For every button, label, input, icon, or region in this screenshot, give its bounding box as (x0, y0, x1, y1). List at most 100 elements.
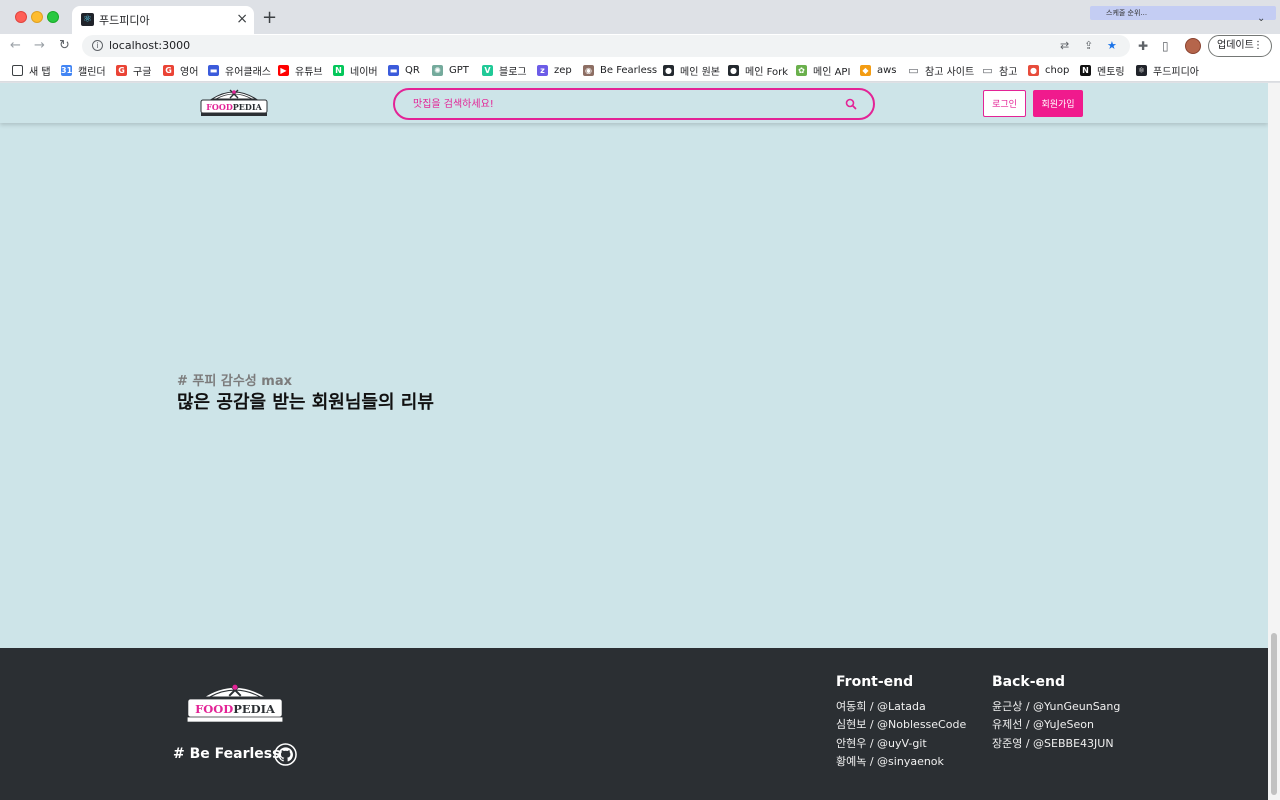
bookmark-item[interactable]: 31 캘린더 (61, 63, 106, 78)
scrollbar-thumb[interactable] (1271, 633, 1277, 795)
bookmark-label: chop (1045, 64, 1070, 76)
page-icon (12, 64, 23, 76)
maximize-window-button[interactable] (47, 11, 59, 23)
back-icon[interactable]: ← (10, 37, 21, 55)
bookmark-label: Be Fearless (600, 64, 658, 76)
team-member: 심현보 / @NoblesseCode (836, 718, 967, 732)
folder-icon: ▭ (982, 63, 993, 77)
backend-team: Back-end 윤근상 / @YunGeunSang 유제선 / @YuJeS… (992, 674, 1120, 753)
bookmark-label: 메인 API (813, 66, 851, 78)
reload-icon[interactable]: ↻ (59, 37, 70, 55)
team-member: 장준영 / @SEBBE43JUN (992, 736, 1114, 750)
info-icon[interactable]: i (92, 40, 103, 51)
star-icon[interactable]: ★ (1107, 39, 1117, 52)
bookmark-item[interactable]: ● chop (1028, 63, 1069, 77)
bookmark-label: 새 탭 (29, 66, 51, 78)
page-scrollbar[interactable] (1268, 83, 1280, 800)
bookmark-label: 메인 원본 (680, 66, 720, 78)
share-icon[interactable]: ⇪ (1084, 39, 1093, 52)
bookmark-item[interactable]: ◉ Be Fearless (583, 63, 657, 77)
minimize-window-button[interactable] (31, 11, 43, 23)
bookmark-label: 메인 Fork (745, 66, 788, 78)
new-tab-button[interactable]: + (262, 8, 277, 28)
youtube-icon: ▶ (278, 64, 289, 76)
frontend-heading: Front-end (836, 674, 914, 690)
bookmark-label: zep (554, 64, 572, 76)
bookmark-item[interactable]: ▭ 참고 사이트 (908, 63, 975, 78)
review-section-tag: # 푸피 감수성 max (177, 374, 292, 389)
footer-foodpedia-logo[interactable]: FOODPEDIA (183, 680, 287, 726)
bookmark-item[interactable]: ▬ QR (388, 63, 420, 77)
bookmark-label: 참고 사이트 (925, 66, 975, 78)
team-member: 유제선 / @YuJeSeon (992, 718, 1094, 732)
tab-title: 푸드피디아 (99, 14, 150, 27)
login-button[interactable]: 로그인 (983, 90, 1026, 117)
bookmark-label: 푸드피디아 (1153, 66, 1199, 78)
signup-button[interactable]: 회원가입 (1033, 90, 1083, 117)
zep-icon: z (537, 64, 548, 76)
profile-chip[interactable]: 스케줄 순위... (1090, 6, 1276, 20)
site-header: FOODPEDIA 로그인 회원가입 (0, 83, 1268, 123)
bookmarks-bar: 새 탭 31 캘린더 G 구글 G 영어 ▬ 유어클래스 ▶ 유튜브 N 네이버 ▬ QR ✺ GPT V 블로그 z… (0, 58, 1280, 82)
search-icon[interactable] (844, 97, 858, 111)
bookmark-item[interactable]: V 블로그 (482, 63, 527, 78)
bookmark-item[interactable]: ◆ aws (860, 63, 897, 77)
team-member: 안현우 / @uyV-git (836, 736, 927, 750)
page-content: FOODPEDIA 로그인 회원가입 # 푸피 감수성 max 많은 공감을 받… (0, 83, 1268, 800)
update-button[interactable]: 업데이트 ⋮ (1208, 35, 1272, 57)
bookmark-label: 유어클래스 (225, 66, 271, 78)
bookmark-item[interactable]: ● 메인 원본 (663, 63, 720, 78)
bookmark-item[interactable]: ▬ 유어클래스 (208, 63, 271, 78)
bookmark-label: 네이버 (350, 66, 378, 78)
close-window-button[interactable] (15, 11, 27, 23)
bookmark-item[interactable]: ✺ GPT (432, 63, 469, 77)
url-text[interactable]: localhost:3000 (109, 39, 190, 52)
bookmark-item[interactable]: ✿ 메인 API (796, 63, 851, 78)
bookmark-item[interactable]: G 구글 (116, 63, 152, 78)
backend-heading: Back-end (992, 674, 1066, 690)
bookmark-label: 멘토링 (1097, 66, 1125, 78)
gpt-icon: ✺ (432, 64, 443, 76)
github-icon[interactable] (274, 743, 297, 766)
calendar-icon: 31 (61, 64, 73, 76)
bookmark-label: 캘린더 (78, 66, 106, 78)
side-panel-icon[interactable]: ▯ (1162, 39, 1169, 53)
bookmark-label: 유튜브 (295, 66, 323, 78)
search-bar (393, 88, 875, 120)
react-icon: ⚛ (81, 13, 94, 26)
bookmark-item[interactable]: z zep (537, 63, 572, 77)
google-icon: G (116, 64, 127, 76)
close-icon[interactable]: × (236, 10, 248, 28)
github-icon: ● (663, 64, 674, 76)
forward-icon[interactable]: → (34, 37, 45, 55)
bookmark-label: GPT (449, 64, 469, 76)
team-member: 윤근상 / @YunGeunSang (992, 700, 1121, 713)
browser-tab[interactable]: ⚛ 푸드피디아 × (72, 6, 254, 34)
bookmark-item[interactable]: ● 메인 Fork (728, 63, 788, 78)
bookmark-label: QR (405, 64, 420, 76)
bookmark-item[interactable]: 새 탭 (12, 63, 51, 78)
extensions-icon[interactable]: ✚ (1138, 39, 1148, 53)
bookmark-item[interactable]: ⚛ 푸드피디아 (1136, 63, 1199, 78)
leaf-icon: ✿ (796, 64, 807, 76)
folder-icon: ▭ (908, 63, 919, 77)
more-icon: ⋮ (1253, 40, 1263, 51)
github-icon: ● (728, 64, 739, 76)
foodpedia-logo[interactable]: FOODPEDIA (198, 87, 270, 119)
address-bar[interactable]: i localhost:3000 ⇄ ⇪ ★ (82, 35, 1130, 57)
search-input[interactable] (413, 96, 833, 112)
bookmark-item[interactable]: N 멘토링 (1080, 63, 1125, 78)
eye-icon: ◉ (583, 64, 594, 76)
bookmark-label: 구글 (133, 66, 152, 78)
translate-icon[interactable]: ⇄ (1060, 39, 1069, 52)
review-section-title: 많은 공감을 받는 회원님들의 리뷰 (177, 392, 434, 413)
bookmark-item[interactable]: ▭ 참고 (982, 63, 1017, 78)
team-member: 여동희 / @Latada (836, 700, 926, 713)
bookmark-item[interactable]: ▶ 유튜브 (278, 63, 323, 78)
aws-icon: ◆ (860, 64, 871, 76)
frontend-team: Front-end 여동희 / @Latada 심현보 / @NoblesseC… (836, 674, 966, 771)
bookmark-item[interactable]: G 영어 (163, 63, 198, 78)
bookmark-item[interactable]: N 네이버 (333, 63, 378, 78)
chevron-down-icon[interactable]: ⌄ (1257, 13, 1265, 24)
avatar[interactable] (1185, 38, 1201, 54)
